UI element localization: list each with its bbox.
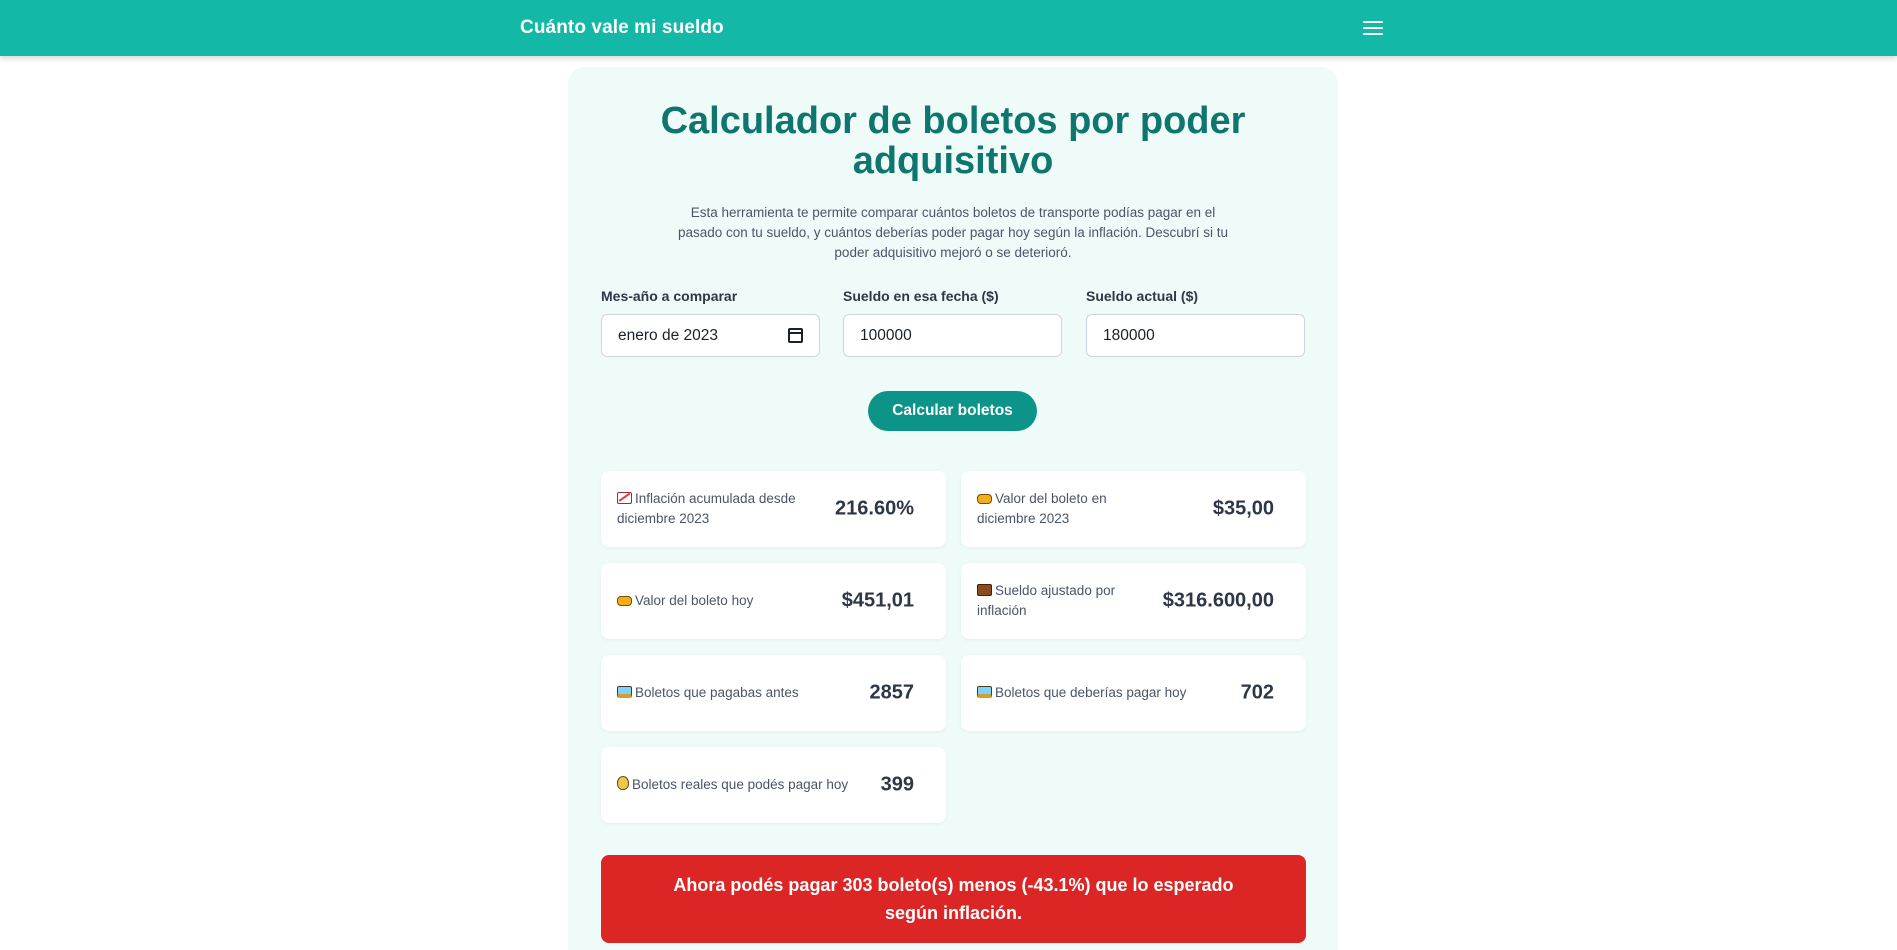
stat-label: Valor del boleto en diciembre 2023 — [977, 491, 1107, 526]
stat-adjusted-salary: Sueldo ajustado por inflación $316.600,0… — [961, 563, 1306, 639]
current-salary-value: 180000 — [1103, 326, 1155, 344]
stat-ticket-then: Valor del boleto en diciembre 2023 $35,0… — [961, 471, 1306, 547]
briefcase-icon — [977, 584, 992, 596]
past-salary-input[interactable]: 100000 — [843, 314, 1062, 357]
stat-tickets-real: Boletos reales que podés pagar hoy 399 — [601, 747, 946, 823]
stat-label: Inflación acumulada desde diciembre 2023 — [617, 491, 796, 526]
stat-value: $35,00 — [1212, 497, 1274, 520]
page-description: Esta herramienta te permite comparar cuá… — [677, 205, 1229, 260]
current-salary-label: Sueldo actual ($) — [1086, 288, 1199, 304]
calendar-icon[interactable] — [788, 328, 803, 343]
stat-value: 216.60% — [835, 497, 914, 520]
stat-label: Boletos que pagabas antes — [635, 685, 799, 700]
stat-value: 2857 — [869, 681, 915, 704]
stat-tickets-should: Boletos que deberías pagar hoy 702 — [961, 655, 1306, 731]
date-field-label: Mes-año a comparar — [601, 288, 738, 304]
chart-icon — [617, 492, 632, 504]
stat-value: 399 — [880, 773, 914, 796]
page-title: Calculador de boletos por poder adquisit… — [660, 100, 1246, 182]
ticket-icon — [977, 494, 992, 504]
stat-value: $316.600,00 — [1162, 589, 1274, 612]
stat-ticket-now: Valor del boleto hoy $451,01 — [601, 563, 946, 639]
result-alert: Ahora podés pagar 303 boleto(s) menos (-… — [601, 855, 1306, 943]
bus-icon — [617, 686, 632, 698]
current-salary-input[interactable]: 180000 — [1086, 314, 1305, 357]
stat-label: Sueldo ajustado por inflación — [977, 583, 1116, 618]
stat-label: Valor del boleto hoy — [635, 593, 754, 608]
past-salary-label: Sueldo en esa fecha ($) — [843, 288, 999, 304]
stat-inflation: Inflación acumulada desde diciembre 2023… — [601, 471, 946, 547]
stat-tickets-before: Boletos que pagabas antes 2857 — [601, 655, 946, 731]
calculate-button[interactable]: Calcular boletos — [868, 391, 1037, 431]
month-year-input[interactable]: enero de 2023 — [601, 314, 820, 357]
money-bag-icon — [617, 776, 629, 790]
brand-title[interactable]: Cuánto vale mi sueldo — [520, 17, 724, 39]
stat-label: Boletos que deberías pagar hoy — [995, 685, 1187, 700]
stat-value: 702 — [1240, 681, 1274, 704]
hamburger-menu-icon[interactable] — [1362, 18, 1384, 40]
stat-value: $451,01 — [841, 589, 914, 612]
ticket-icon — [617, 596, 632, 606]
month-year-value: enero de 2023 — [618, 326, 718, 344]
top-navbar: Cuánto vale mi sueldo — [0, 0, 1897, 56]
calculator-card: Calculador de boletos por poder adquisit… — [568, 67, 1338, 950]
stat-label: Boletos reales que podés pagar hoy — [632, 777, 849, 792]
bus-icon — [977, 686, 992, 698]
past-salary-value: 100000 — [860, 326, 912, 344]
